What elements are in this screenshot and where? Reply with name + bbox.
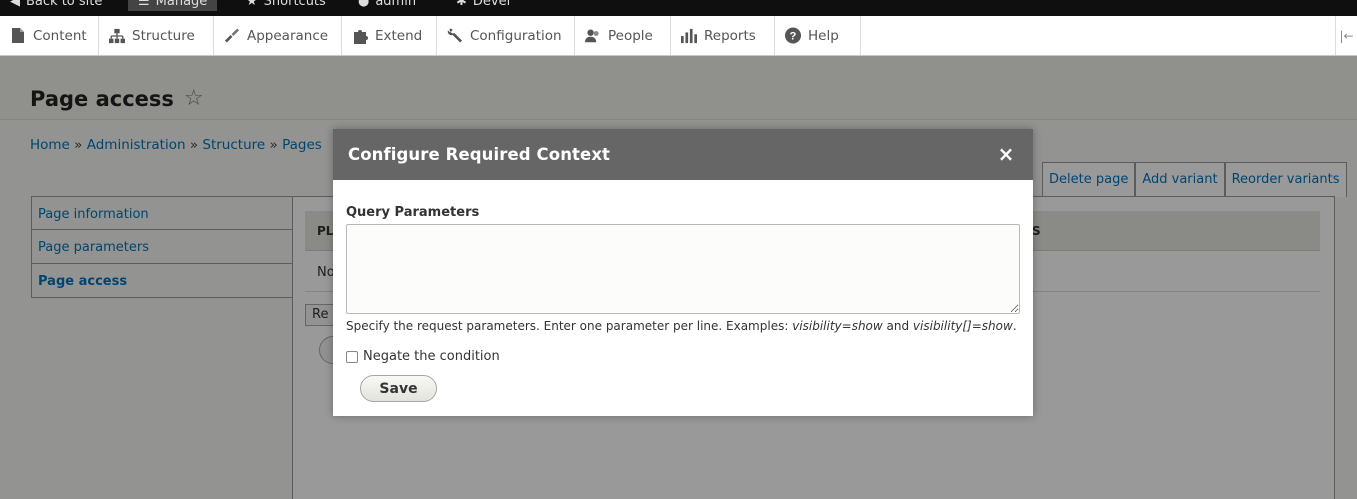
desc-example-2: visibility[]=show [912,319,1013,333]
query-parameters-description: Specify the request parameters. Enter on… [346,319,1020,333]
svg-text:?: ? [790,31,797,43]
people-icon [585,28,601,44]
desc-example-1: visibility=show [792,319,883,333]
tray-label-structure: Structure [132,27,195,44]
tray-item-people[interactable]: People [575,16,671,55]
desc-mid: and [882,319,913,333]
dialog-body: Query Parameters Specify the request par… [333,180,1033,402]
toolbar-back-label: Back to site [26,0,103,9]
sitemap-icon [109,28,125,44]
negate-condition-checkbox[interactable] [346,350,358,363]
configure-context-dialog: Configure Required Context × Query Param… [333,129,1033,416]
query-parameters-label: Query Parameters [346,205,480,220]
tray-item-appearance[interactable]: Appearance [214,16,342,55]
tray-item-help[interactable]: ? Help [775,16,861,55]
bar-chart-icon [681,28,697,44]
gear-icon: ✱ [456,0,467,9]
dialog-titlebar: Configure Required Context × [333,129,1033,180]
close-icon[interactable]: × [995,142,1017,166]
desc-prefix: Specify the request parameters. Enter on… [346,319,793,333]
puzzle-icon [352,28,368,44]
negate-condition-label[interactable]: Negate the condition [363,349,500,364]
star-icon: ★ [246,0,258,9]
toolbar-manage[interactable]: ☰ Manage [128,0,218,11]
tray-label-content: Content [33,27,87,44]
tray-label-extend: Extend [375,27,423,44]
tray-item-structure[interactable]: Structure [99,16,214,55]
help-icon: ? [785,27,801,44]
toolbar-shortcuts-label: Shortcuts [263,0,326,9]
back-icon: ◀ [10,0,20,9]
dialog-title: Configure Required Context [348,145,611,164]
tray-label-configuration: Configuration [470,27,562,44]
user-icon: ● [358,0,370,9]
tray-label-help: Help [808,27,839,44]
toolbar-devel[interactable]: ✱ Devel [456,0,510,11]
toolbar-manage-label: Manage [155,0,208,9]
toolbar-user[interactable]: ● admin [358,0,416,11]
file-icon [10,28,26,44]
tray-item-extend[interactable]: Extend [342,16,437,55]
desc-suffix: . [1012,319,1017,333]
tray-item-reports[interactable]: Reports [671,16,775,55]
tray-label-reports: Reports [704,27,756,44]
query-parameters-textarea[interactable] [346,224,1020,314]
tray-item-configuration[interactable]: Configuration [437,16,575,55]
tray-label-people: People [608,27,653,44]
negate-condition-row: Negate the condition [346,349,1020,364]
paintbrush-icon [224,28,240,44]
menu-icon: ☰ [138,0,150,9]
toolbar-devel-label: Devel [472,0,511,9]
collapse-icon: |← [1339,28,1354,43]
tray-item-content[interactable]: Content [0,16,99,55]
admin-toolbar-bar: ◀ Back to site ☰ Manage ★ Shortcuts ● ad… [0,0,1357,16]
tray-label-appearance: Appearance [247,27,329,44]
save-button[interactable]: Save [360,375,437,402]
toolbar-shortcuts[interactable]: ★ Shortcuts [246,0,326,11]
toolbar-user-label: admin [375,0,417,9]
wrench-icon [447,28,463,44]
tray-orientation-toggle[interactable]: |← [1335,16,1357,55]
toolbar-back-to-site[interactable]: ◀ Back to site [10,0,102,11]
admin-toolbar-tray: Content Structure Appearance Extend Conf… [0,16,1357,56]
